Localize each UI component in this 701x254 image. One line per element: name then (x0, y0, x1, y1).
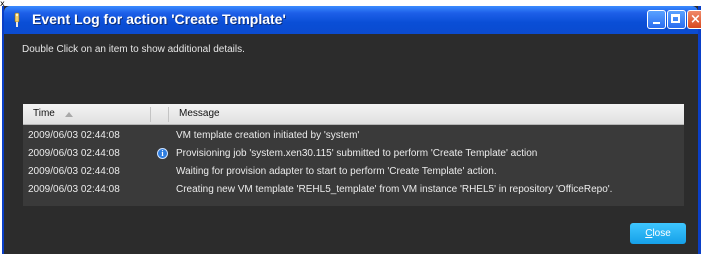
maximize-button[interactable] (667, 10, 686, 29)
table-header: Time Message (23, 104, 684, 125)
window-close-button[interactable]: × (687, 10, 701, 29)
event-log-window: Event Log for action 'Create Template' ×… (2, 6, 701, 254)
column-resize-handle[interactable] (150, 107, 151, 122)
window-title: Event Log for action 'Create Template' (32, 11, 286, 27)
title-bar[interactable]: Event Log for action 'Create Template' × (4, 6, 701, 34)
table-row[interactable]: 2009/06/03 02:44:08 Waiting for provisio… (23, 164, 684, 180)
app-icon (14, 12, 20, 27)
row-time: 2009/06/03 02:44:08 (28, 130, 120, 141)
sort-ascending-icon (65, 112, 73, 117)
row-message: VM template creation initiated by 'syste… (176, 130, 360, 141)
row-time: 2009/06/03 02:44:08 (28, 148, 120, 159)
info-icon: i (157, 148, 168, 159)
row-message: Waiting for provision adapter to start t… (176, 166, 497, 177)
row-message: Creating new VM template 'REHL5_template… (176, 184, 613, 195)
column-separator (168, 107, 169, 122)
minimize-button[interactable] (647, 10, 666, 29)
minimize-icon (653, 22, 660, 24)
table-row[interactable]: 2009/06/03 02:44:08 VM template creation… (23, 128, 684, 144)
row-time: 2009/06/03 02:44:08 (28, 184, 120, 195)
table-row[interactable]: 2009/06/03 02:44:08 i Provisioning job '… (23, 146, 684, 162)
column-header-message[interactable]: Message (179, 108, 220, 119)
event-table: Time Message 2009/06/03 02:44:08 VM temp… (23, 104, 684, 206)
instructions-text: Double Click on an item to show addition… (22, 44, 245, 55)
close-label-rest: lose (652, 228, 671, 239)
column-header-time[interactable]: Time (33, 108, 55, 119)
close-button[interactable]: Close (630, 223, 686, 244)
row-time: 2009/06/03 02:44:08 (28, 166, 120, 177)
close-icon: × (690, 12, 701, 27)
maximize-icon (671, 14, 680, 23)
row-message: Provisioning job 'system.xen30.115' subm… (176, 148, 538, 159)
table-row[interactable]: 2009/06/03 02:44:08 Creating new VM temp… (23, 182, 684, 198)
